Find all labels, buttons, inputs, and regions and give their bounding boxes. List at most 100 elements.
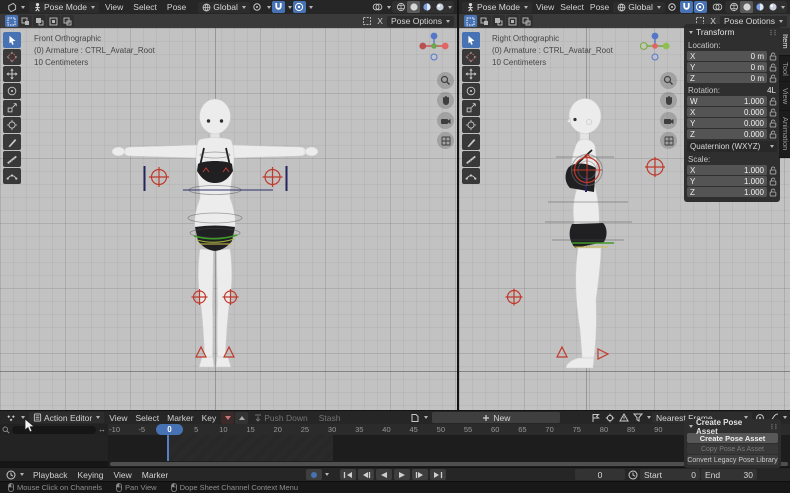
snap-magnet-button[interactable] xyxy=(680,1,693,13)
editor-type-dropdown[interactable] xyxy=(3,1,28,13)
viewport-menu[interactable]: View xyxy=(533,2,557,12)
scale-field[interactable]: X 1.000 xyxy=(687,165,767,175)
play-reverse-button[interactable] xyxy=(376,469,392,480)
dopesheet-menu[interactable]: Select xyxy=(131,413,163,423)
location-field[interactable]: Z 0 m xyxy=(687,73,767,83)
shading-material-button[interactable] xyxy=(420,1,433,13)
new-action-button[interactable]: New xyxy=(432,412,560,423)
action-up-button[interactable] xyxy=(235,412,248,424)
action-specials-button[interactable] xyxy=(221,412,234,424)
pan-button[interactable] xyxy=(437,92,454,109)
jump-to-start-button[interactable] xyxy=(340,469,356,480)
shading-solid-button[interactable] xyxy=(740,1,753,13)
sidebar-tab[interactable]: Item xyxy=(779,28,790,56)
timeline-menu[interactable]: Playback xyxy=(28,470,73,480)
camera-view-button[interactable] xyxy=(437,112,454,129)
timeline-menu[interactable]: Keying xyxy=(73,470,109,480)
tool-annotate[interactable] xyxy=(3,134,21,150)
panel-collapse-icon[interactable] xyxy=(689,31,693,34)
viewport-menu[interactable]: Pose xyxy=(587,2,612,12)
viewport-front-canvas[interactable]: Front Orthographic (0) Armature : CTRL_A… xyxy=(0,28,457,410)
orientation-dropdown[interactable]: Global xyxy=(613,2,665,13)
rotation-field[interactable]: X 0.000 xyxy=(687,107,767,117)
select-subtract-mode-button[interactable] xyxy=(33,15,46,27)
lock-icon[interactable] xyxy=(769,188,777,197)
lock-icon[interactable] xyxy=(769,177,777,186)
pivot-point-button[interactable] xyxy=(251,1,264,13)
select-set-mode-button[interactable] xyxy=(464,15,477,27)
viewport-menu[interactable]: Pose xyxy=(162,2,191,12)
current-frame-field[interactable]: 0 xyxy=(575,469,625,480)
overlays-button[interactable] xyxy=(711,1,724,13)
show-markers-button[interactable] xyxy=(589,412,602,424)
snap-magnet-button[interactable] xyxy=(272,1,285,13)
location-field[interactable]: Y 0 m xyxy=(687,62,767,72)
sidebar-tab[interactable]: Tool xyxy=(779,56,790,83)
auto-keying-button[interactable] xyxy=(306,469,322,480)
rotation-field[interactable]: Z 0.000 xyxy=(687,129,767,139)
scale-field[interactable]: Y 1.000 xyxy=(687,176,767,186)
select-extend-mode-button[interactable] xyxy=(478,15,491,27)
select-subtract-mode-button[interactable] xyxy=(492,15,505,27)
shading-material-button[interactable] xyxy=(753,1,766,13)
select-extend-mode-button[interactable] xyxy=(19,15,32,27)
channel-sidebar[interactable] xyxy=(0,435,108,461)
lock-icon[interactable] xyxy=(769,166,777,175)
panel-collapse-icon[interactable] xyxy=(689,425,693,428)
proportional-editing-button[interactable] xyxy=(293,1,306,13)
camera-view-button[interactable] xyxy=(660,112,677,129)
shading-wireframe-button[interactable] xyxy=(394,1,407,13)
tool-scale[interactable] xyxy=(3,100,21,116)
select-invert-mode-button[interactable] xyxy=(506,15,519,27)
stash-button[interactable]: Stash xyxy=(314,412,346,423)
tool-transform[interactable] xyxy=(3,117,21,133)
navigation-gizmo[interactable] xyxy=(419,32,449,62)
sidebar-tab[interactable]: View xyxy=(779,82,790,111)
pan-button[interactable] xyxy=(660,92,677,109)
dopesheet-menu[interactable]: View xyxy=(105,413,131,423)
pose-asset-button[interactable]: Convert Legacy Pose Library xyxy=(687,455,778,465)
tool-move[interactable] xyxy=(462,66,480,82)
editor-type-dropdown[interactable] xyxy=(3,469,27,481)
current-frame-indicator[interactable]: 0 xyxy=(156,424,183,435)
tool-measure[interactable] xyxy=(3,151,21,167)
tool-tweak-select[interactable] xyxy=(3,32,21,48)
zoom-button[interactable] xyxy=(660,72,677,89)
rotation-field[interactable]: W 1.000 xyxy=(687,96,767,106)
sidebar-tab[interactable]: Animation xyxy=(779,111,790,157)
lock-icon[interactable] xyxy=(769,97,777,106)
viewport-menu[interactable]: Select xyxy=(128,2,162,12)
panel-grip-icon[interactable] xyxy=(770,423,778,430)
lock-icon[interactable] xyxy=(769,74,777,83)
lock-icon[interactable] xyxy=(769,119,777,128)
navigation-gizmo[interactable] xyxy=(640,32,670,62)
tool-rotate[interactable] xyxy=(462,83,480,99)
tool-annotate[interactable] xyxy=(462,134,480,150)
shading-wireframe-button[interactable] xyxy=(727,1,740,13)
rotation-field[interactable]: Y 0.000 xyxy=(687,118,767,128)
lock-icon[interactable] xyxy=(769,52,777,61)
tool-scale[interactable] xyxy=(462,100,480,116)
frame-end-field[interactable]: End 30 xyxy=(701,469,757,480)
rotation-mode-dropdown[interactable]: Quaternion (WXYZ) xyxy=(687,141,777,152)
timeline-menu[interactable]: View xyxy=(109,470,137,480)
warning-toggle-button[interactable] xyxy=(617,412,630,424)
snap-target-button[interactable] xyxy=(603,412,616,424)
lock-icon[interactable] xyxy=(769,63,777,72)
tool-measure[interactable] xyxy=(462,151,480,167)
fullscreen-region-icon[interactable] xyxy=(360,15,373,27)
pose-asset-button[interactable]: Create Pose Asset xyxy=(687,433,778,443)
mode-dropdown[interactable]: Pose Mode xyxy=(462,2,532,13)
orientation-dropdown[interactable]: Global xyxy=(198,2,250,13)
tool-cursor[interactable] xyxy=(3,49,21,65)
previous-keyframe-button[interactable] xyxy=(358,469,374,480)
use-preview-range-button[interactable] xyxy=(626,469,639,481)
next-keyframe-button[interactable] xyxy=(412,469,428,480)
tool-pose-breakdowner[interactable] xyxy=(3,168,21,184)
shading-rendered-button[interactable] xyxy=(766,1,779,13)
panel-grip-icon[interactable] xyxy=(769,29,777,36)
overlays-button[interactable] xyxy=(371,1,384,13)
tool-tweak-select[interactable] xyxy=(462,32,480,48)
viewport-menu[interactable]: Select xyxy=(557,2,587,12)
select-intersect-mode-button[interactable] xyxy=(61,15,74,27)
